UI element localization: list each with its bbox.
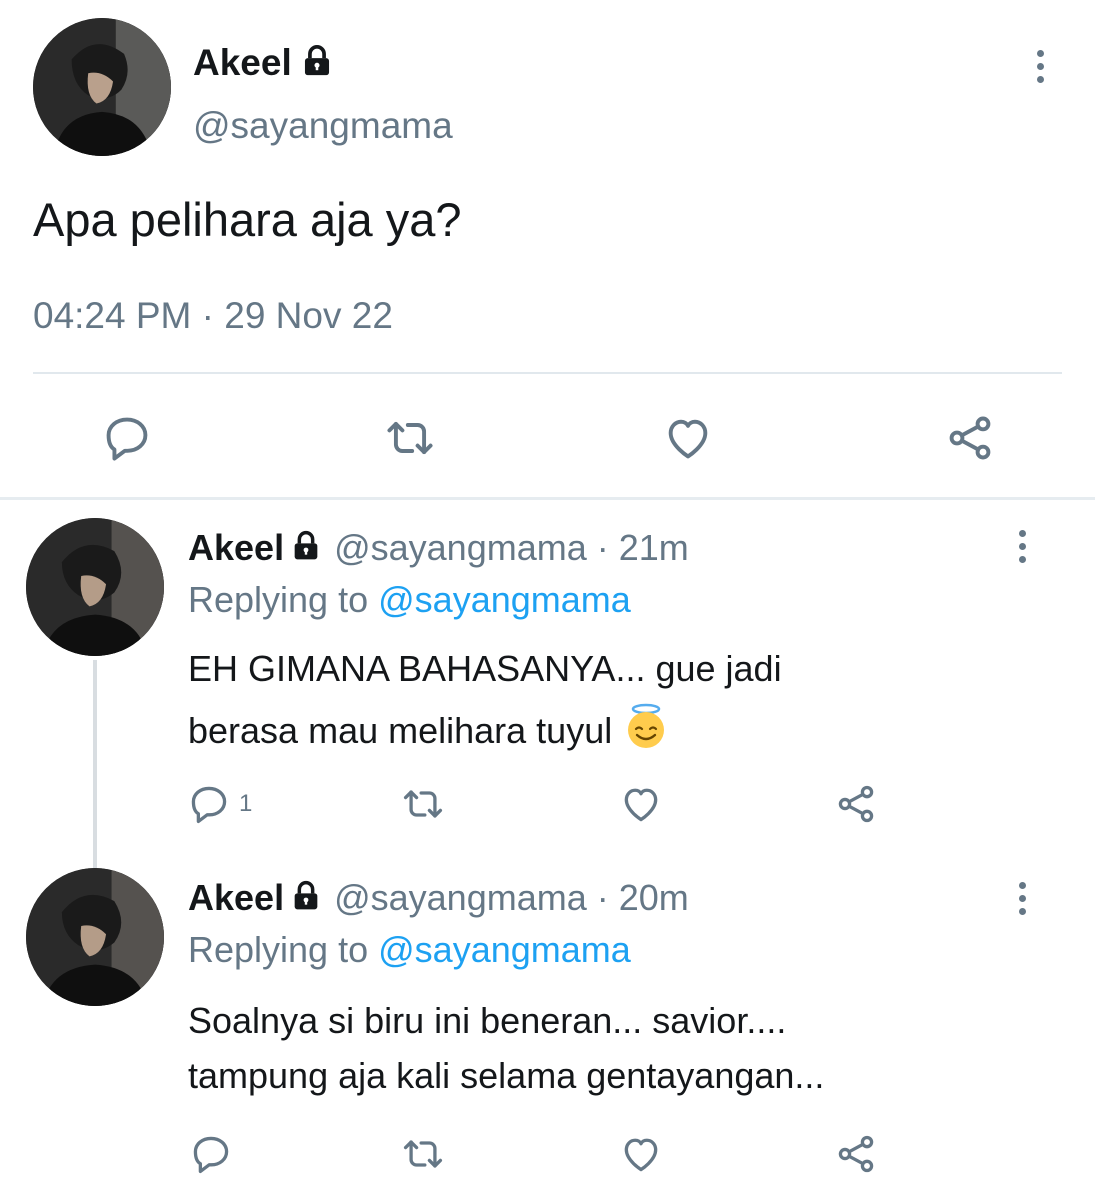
author-handle[interactable]: @sayangmama xyxy=(193,105,453,147)
share-icon xyxy=(838,785,874,823)
avatar-photo xyxy=(26,868,164,1006)
like-icon xyxy=(624,1138,658,1172)
lock-icon xyxy=(300,44,334,83)
reply-icon xyxy=(106,417,148,461)
like-button[interactable] xyxy=(660,410,716,466)
like-button[interactable] xyxy=(617,1130,665,1178)
reply-button[interactable] xyxy=(99,410,155,466)
retweet-button[interactable] xyxy=(382,410,438,466)
retweet-icon xyxy=(403,790,443,818)
reply-count: 1 xyxy=(239,790,253,817)
reply-text-line: EH GIMANA BAHASANYA... gue jadi xyxy=(188,648,782,689)
more-options-icon[interactable] xyxy=(1022,48,1058,84)
divider xyxy=(33,372,1062,374)
share-button[interactable] xyxy=(832,1130,880,1178)
thread-line xyxy=(93,660,97,868)
reply-author-name[interactable]: Akeel xyxy=(188,877,284,919)
retweet-icon xyxy=(403,1140,443,1168)
replying-to-link[interactable]: @sayangmama xyxy=(378,579,631,620)
reply-author-name[interactable]: Akeel xyxy=(188,527,284,569)
smiling-face-with-halo-icon xyxy=(622,702,670,759)
reply-text-line: berasa mau melihara tuyul xyxy=(188,709,613,751)
like-icon xyxy=(668,419,708,459)
reply-meta: @sayangmama · 21m xyxy=(334,527,689,568)
author-name[interactable]: Akeel xyxy=(193,42,292,84)
reply-button[interactable] xyxy=(187,1130,235,1178)
like-button[interactable] xyxy=(617,780,665,828)
author-avatar[interactable] xyxy=(33,18,171,156)
reply-button[interactable]: 1 xyxy=(187,780,252,828)
reply-avatar[interactable] xyxy=(26,518,164,656)
reply-icon xyxy=(193,1136,229,1174)
share-icon xyxy=(838,1135,874,1173)
section-divider xyxy=(0,497,1095,500)
tweet-timestamp: 04:24 PM · 29 Nov 22 xyxy=(33,295,393,336)
avatar-photo xyxy=(33,18,171,156)
share-icon xyxy=(949,416,991,460)
replying-to-label: Replying to xyxy=(188,929,369,970)
retweet-button[interactable] xyxy=(399,1130,447,1178)
more-options-icon[interactable] xyxy=(1004,880,1040,916)
reply-meta: @sayangmama · 20m xyxy=(334,877,689,918)
reply-text-line: Soalnya si biru ini beneran... savior...… xyxy=(188,1000,787,1041)
share-button[interactable] xyxy=(942,410,998,466)
retweet-icon xyxy=(387,421,433,455)
like-icon xyxy=(624,788,658,822)
more-options-icon[interactable] xyxy=(1004,528,1040,564)
reply-text-line: tampung aja kali selama gentayangan... xyxy=(188,1055,825,1096)
lock-icon xyxy=(290,530,322,567)
replying-to-link[interactable]: @sayangmama xyxy=(378,929,631,970)
lock-icon xyxy=(290,880,322,917)
reply-icon xyxy=(191,786,227,824)
avatar-photo xyxy=(26,518,164,656)
tweet-text: Apa pelihara aja ya? xyxy=(33,193,462,246)
replying-to-label: Replying to xyxy=(188,579,369,620)
share-button[interactable] xyxy=(832,780,880,828)
retweet-button[interactable] xyxy=(399,780,447,828)
reply-avatar[interactable] xyxy=(26,868,164,1006)
